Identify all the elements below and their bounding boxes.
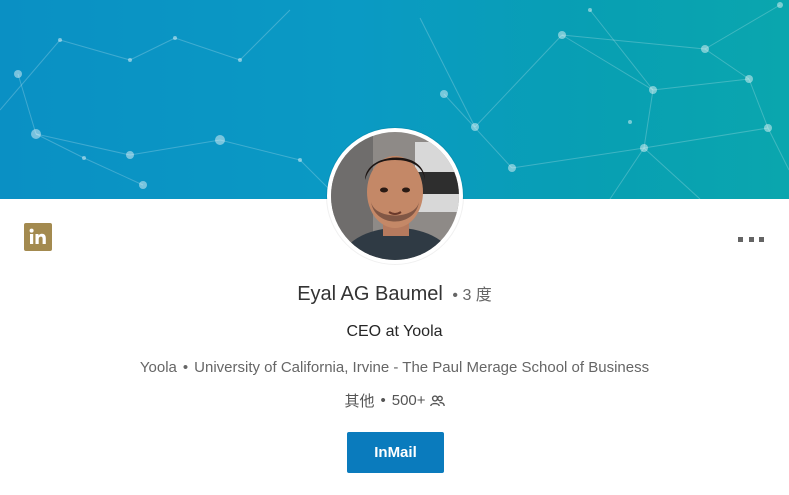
profile-meta-line: 其他 • 500+ <box>0 390 789 411</box>
separator-bullet: • <box>182 359 189 376</box>
more-dot <box>738 236 743 242</box>
profile-headline: CEO at Yoola <box>346 323 443 340</box>
profile-summary-line: Yoola • University of California, Irvine -… <box>0 359 789 376</box>
profile-name: Eyal AG Baumel <box>297 283 443 305</box>
linkedin-logo-icon <box>24 223 52 251</box>
inmail-button[interactable]: InMail <box>347 432 444 473</box>
people-icon <box>429 394 445 407</box>
location: 其他 <box>344 393 375 410</box>
current-company[interactable]: Yoola <box>140 359 177 376</box>
avatar[interactable] <box>331 132 459 260</box>
profile-name-row: Eyal AG Baumel • 3 度 <box>0 281 789 306</box>
more-dot <box>748 236 754 242</box>
more-dot <box>759 236 764 242</box>
separator-bullet: • <box>380 392 386 409</box>
degree-label: 3 度 <box>462 287 492 304</box>
education-school[interactable]: University of California, Irvine - The P… <box>194 359 649 376</box>
degree-bullet: • <box>452 287 458 304</box>
more-actions-button[interactable] <box>738 230 764 248</box>
connection-degree: • 3 度 <box>452 287 491 304</box>
connections-count[interactable]: 500+ <box>392 392 426 409</box>
avatar-frame <box>327 128 463 264</box>
